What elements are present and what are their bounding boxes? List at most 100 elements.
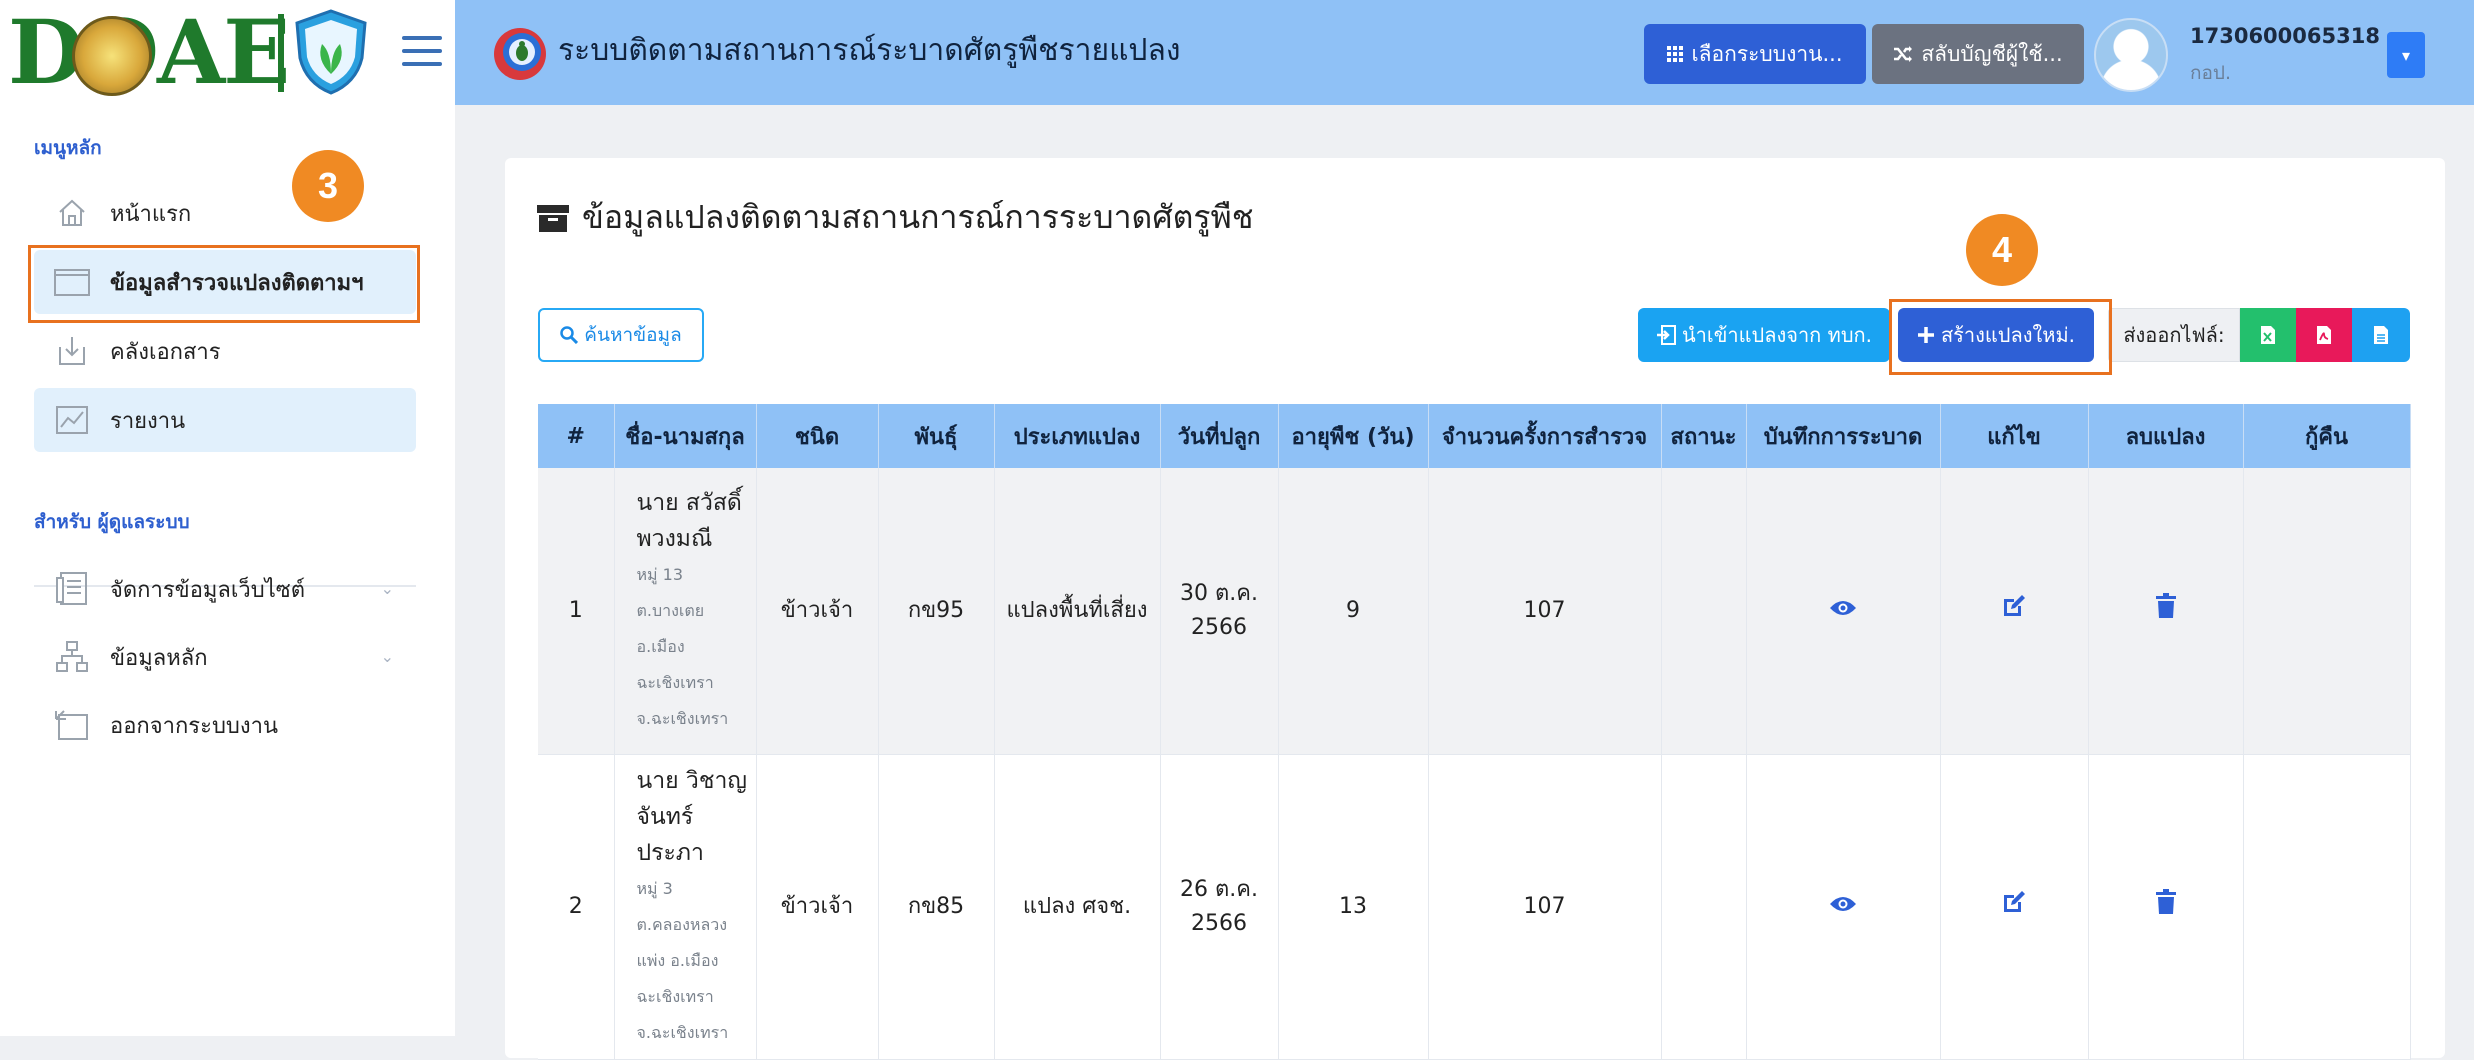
file-icon [2374,326,2388,344]
app-title: ระบบติดตามสถานการณ์ระบาดศัตรูพืชรายแปลง [558,33,1181,68]
sidebar-item-label: คลังเอกสาร [110,339,221,365]
cell-number: 2 [538,754,615,1060]
sidebar-item-label: รายงาน [110,408,186,434]
cell-plot-type: แปลงพื้นที่เสี่ยง [994,468,1161,755]
layout-icon [54,571,90,607]
select-system-label: เลือกระบบงาน... [1691,41,1843,66]
col-header-plot-type[interactable]: ประเภทแปลง [994,404,1161,468]
col-header-delete[interactable]: ลบแปลง [2088,404,2244,468]
eye-icon[interactable] [1829,594,1857,628]
excel-file-icon [2261,326,2275,344]
cell-outbreak-record [1746,468,1941,755]
cell-restore [2243,468,2411,755]
farmer-address: หมู่ 13 ต.บางเตย อ.เมือง ฉะเชิงเทรา จ.ฉะ… [636,565,729,728]
logout-icon [54,707,90,743]
archive-icon [537,204,569,232]
import-plot-button[interactable]: นำเข้าแปลงจาก ทบก. [1638,308,1890,362]
step-badge-4: 4 [1966,214,2038,286]
cell-name: นาย วิชาญ จันทร์ประภา หมู่ 3 ต.คลองหลวง … [614,754,757,1060]
home-icon [54,195,90,231]
cell-crop: ข้าวเจ้า [756,468,879,755]
export-pdf-button[interactable] [2296,308,2352,362]
select-system-button[interactable]: เลือกระบบงาน... [1644,24,1866,84]
sidebar-item-logout[interactable]: ออกจากระบบงาน [34,693,416,757]
export-label: ส่งออกไฟล์: [2108,308,2240,362]
import-plot-label: นำเข้าแปลงจาก ทบก. [1681,323,1872,347]
cell-name: นาย สวัสดิ์ พวงมณี หมู่ 13 ต.บางเตย อ.เม… [614,468,757,755]
sidebar-item-reports[interactable]: รายงาน [34,388,416,452]
switch-account-button[interactable]: สลับบัญชีผู้ใช้... [1872,24,2084,84]
cell-crop: ข้าวเจ้า [756,754,879,1060]
import-icon [1656,325,1676,345]
col-header-plant-date[interactable]: วันที่ปลูก [1160,404,1279,468]
col-header-edit[interactable]: แก้ไข [1940,404,2089,468]
cell-delete [2088,468,2244,755]
cell-edit [1940,468,2089,755]
col-header-restore[interactable]: กู้คืน [2243,404,2411,468]
cell-restore [2243,754,2411,1060]
cell-survey-count: 107 [1428,754,1662,1060]
cell-edit [1940,754,2089,1060]
cell-delete [2088,754,2244,1060]
chevron-down-icon: ▾ [2401,45,2411,65]
bug-logo-icon [494,28,546,80]
grid-icon [1667,46,1684,62]
cell-survey-count: 107 [1428,468,1662,755]
table-header-row: # ชื่อ-นามสกุล ชนิด พันธุ์ ประเภทแปลง วั… [538,404,2411,468]
cell-plot-type: แปลง ศจช. [994,754,1161,1060]
plot-table: # ชื่อ-นามสกุล ชนิด พันธุ์ ประเภทแปลง วั… [538,404,2411,1060]
farmer-address: หมู่ 3 ต.คลองหลวง แพ่ง อ.เมือง ฉะเชิงเทร… [636,879,729,1042]
search-button[interactable]: ค้นหาข้อมูล [538,308,704,362]
brand-area: DOAE [0,0,455,105]
step3-highlight [28,245,420,323]
avatar[interactable] [2094,18,2168,92]
step4-highlight [1889,299,2112,375]
farmer-name: นาย วิชาญ จันทร์ประภา [636,768,747,866]
sidebar-item-label: จัดการข้อมูลเว็บไซต์ [110,577,306,603]
sidebar-item-label: ข้อมูลหลัก [110,645,208,671]
sitemap-icon [54,639,90,675]
export-file-button[interactable] [2352,308,2410,362]
search-button-label: ค้นหาข้อมูล [584,324,682,346]
pdf-file-icon [2317,326,2331,344]
sidebar-main-heading: เมนูหลัก [34,137,102,159]
page-title-text: ข้อมูลแปลงติดตามสถานการณ์การระบาดศัตรูพื… [582,198,1254,236]
export-excel-button[interactable] [2240,308,2296,362]
col-header-age[interactable]: อายุพืช (วัน) [1278,404,1429,468]
chevron-down-icon: ⌄ [380,579,394,598]
table-row: 2 นาย วิชาญ จันทร์ประภา หมู่ 3 ต.คลองหลว… [538,754,2411,1060]
cell-variety: กข95 [878,468,995,755]
menu-toggle-icon[interactable] [402,36,442,68]
table-row: 1 นาย สวัสดิ์ พวงมณี หมู่ 13 ต.บางเตย อ.… [538,468,2411,755]
user-org: กอป. [2190,62,2232,84]
col-header-name[interactable]: ชื่อ-นามสกุล [614,404,757,468]
cell-number: 1 [538,468,615,755]
eye-icon[interactable] [1829,890,1857,924]
cell-status [1661,754,1747,1060]
sidebar-item-website-management[interactable]: จัดการข้อมูลเว็บไซต์ ⌄ [34,557,416,621]
shuffle-icon [1894,46,1913,62]
farmer-name: นาย สวัสดิ์ พวงมณี [636,490,742,552]
user-menu-button[interactable]: ▾ [2387,32,2425,78]
col-header-number[interactable]: # [538,404,615,468]
top-bar: DOAE ระบบติดตามสถานการณ์ระบาดศัตรูพืชราย… [0,0,2474,105]
download-icon [54,333,90,369]
sidebar-item-master-data[interactable]: ข้อมูลหลัก ⌄ [34,625,416,689]
col-header-outbreak-record[interactable]: บันทึกการระบาด [1746,404,1941,468]
col-header-crop[interactable]: ชนิด [756,404,879,468]
col-header-survey-count[interactable]: จำนวนครั้งการสำรวจ [1428,404,1662,468]
sidebar-item-label: หน้าแรก [110,201,192,227]
step-badge-3: 3 [292,150,364,222]
cell-age: 9 [1278,468,1429,755]
trash-icon[interactable] [2155,888,2177,926]
page-title: ข้อมูลแปลงติดตามสถานการณ์การระบาดศัตรูพื… [536,192,1253,243]
col-header-status[interactable]: สถานะ [1661,404,1747,468]
edit-icon[interactable] [2001,593,2027,630]
cell-plant-date: 26 ต.ค. 2566 [1160,754,1279,1060]
col-header-variety[interactable]: พันธุ์ [878,404,995,468]
switch-account-label: สลับบัญชีผู้ใช้... [1921,41,2063,66]
trash-icon[interactable] [2155,592,2177,630]
edit-icon[interactable] [2001,889,2027,926]
cell-variety: กข85 [878,754,995,1060]
sidebar-item-documents[interactable]: คลังเอกสาร [34,319,416,383]
